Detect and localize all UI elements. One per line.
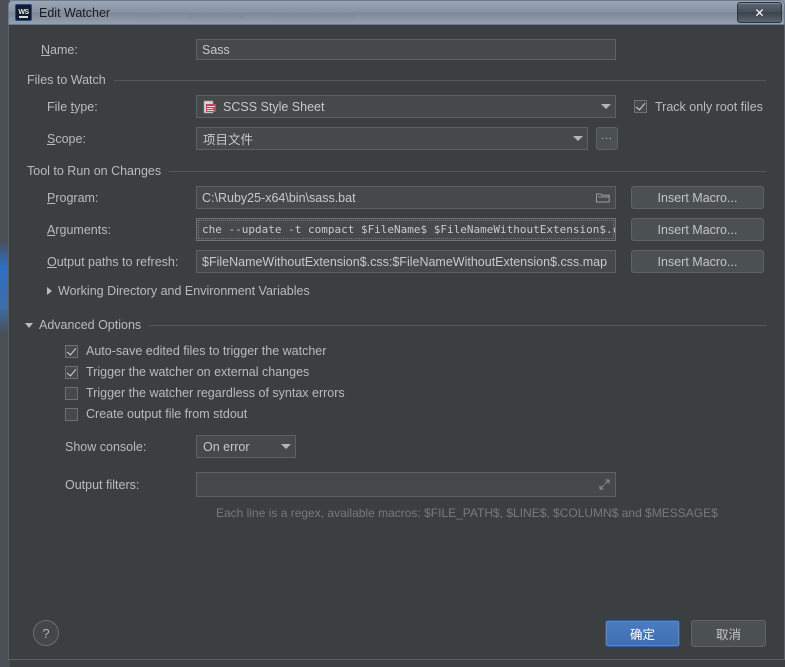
show-console-combobox[interactable]: On error <box>196 435 296 458</box>
checkbox-label: Trigger the watcher on external changes <box>86 365 310 379</box>
tool-to-run-group-header: Tool to Run on Changes <box>27 164 772 178</box>
output-filters-hint: Each line is a regex, available macros: … <box>216 506 718 520</box>
output-paths-insert-macro-button[interactable]: Insert Macro... <box>631 250 764 273</box>
arguments-insert-macro-button[interactable]: Insert Macro... <box>631 218 764 241</box>
checkbox-create-output-file-from-stdout[interactable]: Create output file from stdout <box>21 407 772 421</box>
chevron-down-icon <box>25 322 33 328</box>
checkbox-box <box>634 100 647 113</box>
advanced-options-group-header[interactable]: Advanced Options <box>25 318 772 332</box>
name-label: Name: <box>21 43 196 57</box>
ok-button[interactable]: 确定 <box>605 619 680 647</box>
files-to-watch-group-header: Files to Watch <box>27 73 772 87</box>
show-console-value: On error <box>203 439 250 454</box>
group-divider <box>113 79 766 81</box>
close-icon[interactable]: ✕ <box>737 2 782 23</box>
output-filters-row: Output filters: <box>21 472 772 497</box>
arguments-label: Arguments: <box>21 223 196 237</box>
output-paths-label-mnemonic: O <box>47 254 57 269</box>
name-input-value: Sass <box>202 42 230 57</box>
output-filters-input[interactable] <box>196 472 616 497</box>
files-to-watch-title: Files to Watch <box>27 73 106 87</box>
scope-row: Scope: 项目文件 ... <box>21 127 772 150</box>
advanced-options-checkbox-list: Auto-save edited files to trigger the wa… <box>21 344 772 421</box>
scope-label-post: cope: <box>55 131 86 146</box>
checkbox-label: Create output file from stdout <box>86 407 248 421</box>
name-label-rest: ame: <box>50 42 78 57</box>
name-row: Name: Sass <box>21 39 772 60</box>
output-paths-label-post: utput paths to refresh: <box>56 254 179 269</box>
checkbox-trigger-regardless-syntax-errors[interactable]: Trigger the watcher regardless of syntax… <box>21 386 772 400</box>
arguments-input-value: che --update -t compact $FileName$ $File… <box>202 223 616 236</box>
dialog-title: Edit Watcher <box>39 5 111 20</box>
checkbox-auto-save-edited-files[interactable]: Auto-save edited files to trigger the wa… <box>21 344 772 358</box>
checkbox-box <box>65 365 78 379</box>
scss-file-icon <box>203 100 217 114</box>
ghost-tab-3: ………………… <box>272 5 357 20</box>
help-icon[interactable]: ? <box>33 620 59 646</box>
file-type-label-pre: File <box>47 99 71 114</box>
working-directory-expander[interactable]: Working Directory and Environment Variab… <box>21 284 772 298</box>
checkbox-box <box>65 344 78 358</box>
expand-editor-icon[interactable] <box>599 479 610 490</box>
scope-value: 项目文件 <box>203 133 254 147</box>
working-directory-label: Working Directory and Environment Variab… <box>58 284 310 298</box>
ghost-tab-1: …… <box>136 5 161 20</box>
arguments-label-post: rguments: <box>55 222 111 237</box>
show-console-row: Show console: On error <box>21 435 772 458</box>
chevron-down-icon[interactable] <box>573 136 583 141</box>
chevron-down-icon[interactable] <box>281 444 291 449</box>
tool-to-run-title: Tool to Run on Changes <box>27 164 162 178</box>
folder-browse-icon[interactable] <box>596 192 610 203</box>
dialog-titlebar: WS Edit Watcher …… …………… ………………… ✕ <box>8 0 785 24</box>
program-row: Program: C:\Ruby25-x64\bin\sass.bat Inse… <box>21 186 772 209</box>
track-only-root-files-label: Track only root files <box>655 99 763 114</box>
group-divider <box>149 324 766 326</box>
program-label: Program: <box>21 191 196 205</box>
program-label-post: rogram: <box>55 190 99 205</box>
footer-actions: 确定 取消 <box>605 619 770 647</box>
output-paths-row: Output paths to refresh: $FileNameWithou… <box>21 250 772 273</box>
track-only-root-files-checkbox[interactable]: Track only root files <box>634 100 763 114</box>
name-label-mnemonic: N <box>41 42 51 57</box>
program-insert-macro-button[interactable]: Insert Macro... <box>631 186 764 209</box>
file-type-label-post: ype: <box>74 99 98 114</box>
dialog-footer: ? 确定 取消 <box>9 607 784 659</box>
file-type-label: File type: <box>21 100 196 114</box>
dialog-body: Name: Sass Files to Watch File type: SCS… <box>8 24 785 660</box>
scope-label: Scope: <box>21 132 196 146</box>
advanced-options-title: Advanced Options <box>39 318 142 332</box>
output-filters-label: Output filters: <box>65 477 140 492</box>
output-paths-input-value: $FileNameWithoutExtension$.css:$FileName… <box>202 254 608 269</box>
checkbox-trigger-on-external-changes[interactable]: Trigger the watcher on external changes <box>21 365 772 379</box>
arguments-row: Arguments: che --update -t compact $File… <box>21 218 772 241</box>
arguments-input[interactable]: che --update -t compact $FileName$ $File… <box>196 218 616 241</box>
dialog-content: Name: Sass Files to Watch File type: SCS… <box>9 25 784 607</box>
cancel-button[interactable]: 取消 <box>691 619 766 647</box>
file-type-combobox[interactable]: SCSS Style Sheet <box>196 95 616 118</box>
program-input-value: C:\Ruby25-x64\bin\sass.bat <box>202 190 356 205</box>
chevron-right-icon <box>47 287 52 295</box>
checkbox-label: Trigger the watcher regardless of syntax… <box>86 386 345 400</box>
chevron-down-icon[interactable] <box>601 104 611 109</box>
edit-watcher-dialog: WS Edit Watcher …… …………… ………………… ✕ Name:… <box>8 0 785 660</box>
background-window-text: …… …………… ………………… <box>136 6 737 20</box>
checkbox-box <box>65 407 78 421</box>
scope-combobox[interactable]: 项目文件 <box>196 127 588 150</box>
program-input[interactable]: C:\Ruby25-x64\bin\sass.bat <box>196 186 616 209</box>
file-type-row: File type: SCSS Style Sheet Track only r… <box>21 95 772 118</box>
output-paths-input[interactable]: $FileNameWithoutExtension$.css:$FileName… <box>196 250 616 273</box>
scope-browse-button[interactable]: ... <box>596 127 618 150</box>
webstorm-logo-icon: WS <box>15 4 32 21</box>
file-type-value: SCSS Style Sheet <box>223 99 325 114</box>
checkbox-label: Auto-save edited files to trigger the wa… <box>86 344 327 358</box>
show-console-label: Show console: <box>65 439 147 454</box>
checkbox-box <box>65 386 78 400</box>
group-divider <box>169 170 766 172</box>
name-input[interactable]: Sass <box>196 39 616 60</box>
output-paths-label: Output paths to refresh: <box>21 255 196 269</box>
ghost-tab-2: …………… <box>186 5 247 20</box>
